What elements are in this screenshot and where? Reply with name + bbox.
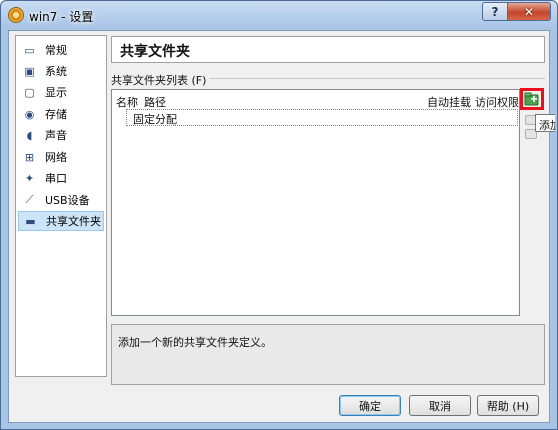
close-button[interactable]: ✕ — [507, 2, 551, 21]
dialog-body: ▭ 常规 ▣ 系统 ▢ 显示 ◉ 存储 ◖ 声音 ⊞ 网络 ✦ 串口 ⟋ USB… — [8, 30, 555, 423]
help-dialog-button[interactable]: 帮助 (H) — [477, 395, 539, 416]
nav-item-general[interactable]: ▭ 常规 — [18, 40, 104, 60]
shared-folder-icon: ▬ — [25, 214, 36, 228]
network-icon: ⊞ — [24, 150, 35, 164]
nav-item-label: 声音 — [45, 129, 67, 142]
column-header-path[interactable]: 路径 — [144, 94, 166, 110]
nav-item-label: 共享文件夹 — [46, 215, 101, 228]
nav-item-system[interactable]: ▣ 系统 — [18, 61, 104, 81]
nav-item-label: 常规 — [45, 44, 67, 57]
nav-item-usb[interactable]: ⟋ USB设备 — [18, 190, 104, 210]
chip-icon: ▣ — [24, 64, 35, 78]
help-button[interactable]: ? — [482, 2, 508, 21]
add-folder-icon — [524, 92, 539, 106]
add-shared-folder-button[interactable] — [520, 88, 544, 110]
ok-button[interactable]: 确定 — [339, 395, 401, 416]
display-icon: ▢ — [24, 85, 35, 99]
page-title: 共享文件夹 — [111, 36, 545, 63]
group-divider — [209, 78, 545, 79]
title-bar[interactable]: win7 - 设置 ? ✕ — [1, 1, 557, 29]
cancel-button[interactable]: 取消 — [409, 395, 471, 416]
shared-folder-list-label: 共享文件夹列表 (F) — [111, 74, 207, 87]
gear-icon — [8, 7, 24, 23]
description-panel: 添加一个新的共享文件夹定义。 — [111, 324, 545, 385]
add-tooltip: 添加 — [535, 114, 555, 132]
nav-item-shared-folders[interactable]: ▬ 共享文件夹 — [18, 211, 104, 231]
nav-item-label: 串口 — [45, 172, 67, 185]
nav-item-label: 系统 — [45, 65, 67, 78]
settings-nav: ▭ 常规 ▣ 系统 ▢ 显示 ◉ 存储 ◖ 声音 ⊞ 网络 ✦ 串口 ⟋ USB… — [15, 35, 107, 377]
nav-item-display[interactable]: ▢ 显示 — [18, 82, 104, 102]
shared-folder-list[interactable]: 名称 路径 自动挂载 访问权限 固定分配 — [111, 89, 520, 316]
column-header-auto-mount[interactable]: 自动挂载 — [427, 94, 471, 110]
column-header-access[interactable]: 访问权限 — [475, 94, 519, 110]
nav-item-network[interactable]: ⊞ 网络 — [18, 147, 104, 167]
serial-port-icon: ✦ — [24, 171, 35, 185]
usb-icon: ⟋ — [25, 193, 34, 206]
nav-item-serial[interactable]: ✦ 串口 — [18, 168, 104, 188]
nav-item-label: 网络 — [45, 151, 67, 164]
disk-icon: ◉ — [24, 107, 35, 121]
list-item[interactable]: 固定分配 — [126, 109, 518, 126]
settings-window: win7 - 设置 ? ✕ ▭ 常规 ▣ 系统 ▢ 显示 ◉ 存储 ◖ 声音 ⊞… — [0, 0, 558, 430]
nav-item-storage[interactable]: ◉ 存储 — [18, 104, 104, 124]
window-title: win7 - 设置 — [29, 10, 94, 24]
monitor-icon: ▭ — [24, 43, 35, 57]
nav-item-label: USB设备 — [45, 194, 90, 207]
nav-item-audio[interactable]: ◖ 声音 — [18, 125, 104, 145]
nav-item-label: 显示 — [45, 86, 67, 99]
column-header-name[interactable]: 名称 — [116, 94, 138, 110]
speaker-icon: ◖ — [26, 128, 33, 142]
nav-item-label: 存储 — [45, 108, 67, 121]
